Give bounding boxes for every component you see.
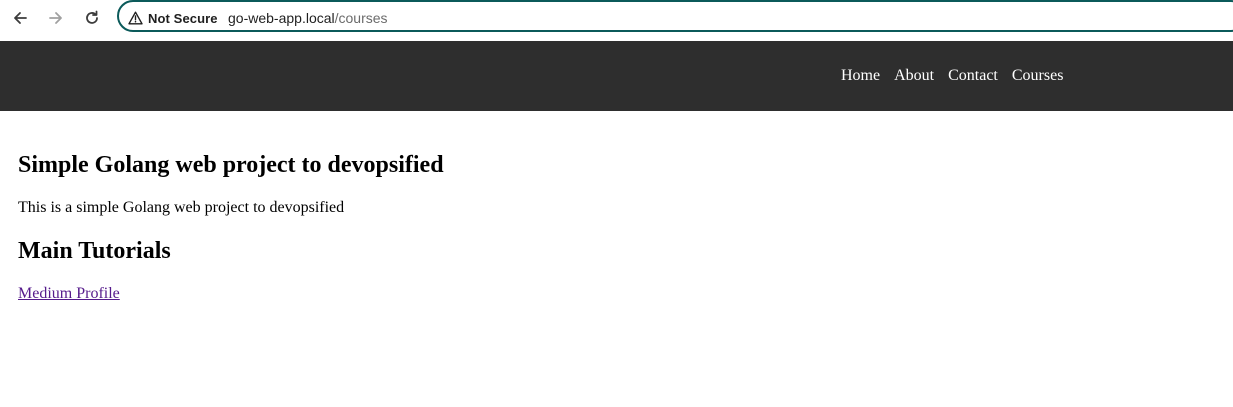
nav-link-about[interactable]: About bbox=[894, 66, 934, 86]
reload-button[interactable] bbox=[79, 5, 105, 31]
browser-toolbar: Not Secure go-web-app.local/courses bbox=[0, 0, 1233, 42]
nav-link-contact[interactable]: Contact bbox=[948, 66, 998, 86]
warning-triangle-icon bbox=[128, 11, 143, 25]
url-host: go-web-app.local bbox=[228, 10, 335, 26]
nav-link-home[interactable]: Home bbox=[841, 66, 880, 86]
url-path: /courses bbox=[334, 10, 388, 26]
back-button[interactable] bbox=[7, 5, 33, 31]
site-nav: Home About Contact Courses bbox=[841, 66, 1063, 86]
page-title: Simple Golang web project to devopsified bbox=[18, 152, 444, 178]
tutorials-heading: Main Tutorials bbox=[18, 238, 171, 264]
intro-text: This is a simple Golang web project to d… bbox=[18, 199, 345, 216]
arrow-right-icon bbox=[49, 12, 62, 24]
reload-icon bbox=[86, 10, 98, 24]
url-text[interactable]: go-web-app.local/courses bbox=[228, 9, 388, 27]
security-label: Not Secure bbox=[148, 10, 218, 26]
forward-button[interactable] bbox=[43, 5, 69, 31]
nav-link-courses[interactable]: Courses bbox=[1012, 66, 1064, 86]
medium-profile-link[interactable]: Medium Profile bbox=[18, 284, 120, 304]
security-indicator[interactable]: Not Secure bbox=[128, 9, 218, 27]
arrow-left-icon bbox=[14, 12, 27, 24]
address-bar[interactable]: Not Secure go-web-app.local/courses bbox=[117, 0, 1233, 32]
site-header: Home About Contact Courses bbox=[0, 41, 1233, 111]
